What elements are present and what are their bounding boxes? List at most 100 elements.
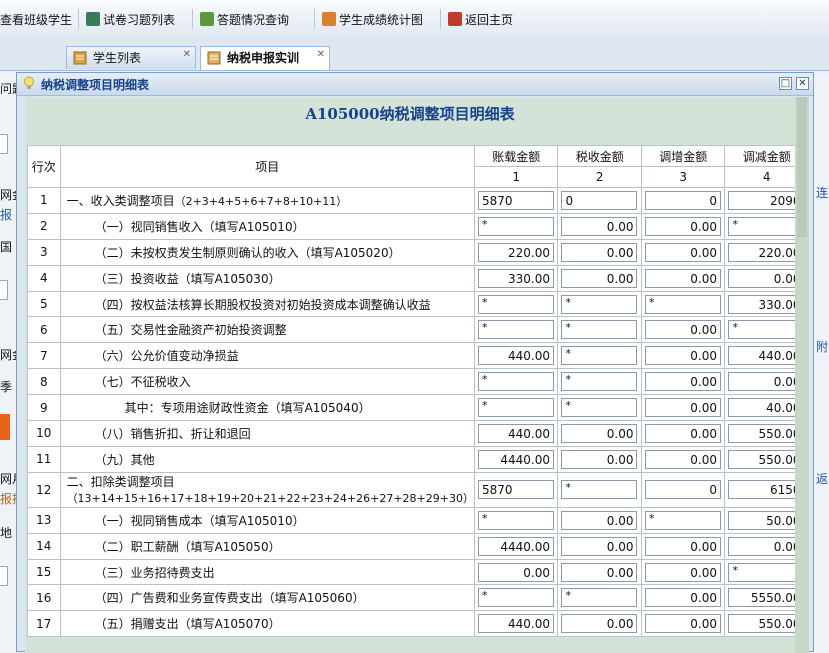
toolbar-button-4[interactable]: 学生成绩统计图 [322,10,423,30]
amount-input-col4[interactable]: 50.00 [728,510,805,530]
amount-input-col4[interactable]: 440.00 [728,346,805,366]
amount-input-col3[interactable]: 0 [644,190,721,210]
amount-input-col1[interactable]: * [477,320,554,340]
amount-input-col3[interactable]: * [644,294,721,314]
amount-input-col2[interactable]: 0.00 [561,614,638,634]
row-number: 10 [27,420,61,447]
amount-input-col2[interactable]: 0.00 [561,216,638,236]
amount-input-col4[interactable]: 5550.00 [728,588,805,608]
amount-input-col4[interactable]: 220.00 [728,242,805,262]
amount-input-col2[interactable]: * [561,294,638,314]
amount-input-col1[interactable]: * [477,510,554,530]
amount-input-col1[interactable]: 440.00 [477,346,554,366]
amount-input-col1[interactable]: * [477,216,554,236]
row-item-label: 其中：专项用途财政性资金（填写A105040） [124,401,371,416]
amount-input-col4[interactable]: 0.00 [728,536,805,556]
amount-input-col3[interactable]: 0.00 [644,242,721,262]
amount-input-col4[interactable]: 550.00 [728,449,805,469]
amount-input-col4[interactable]: 40.00 [728,398,805,418]
top-toolbar: 查看班级学生 试卷习题列表 答题情况查询 学生成绩统计图 返回主页 [0,0,829,39]
vertical-scrollbar[interactable] [795,97,809,653]
background-input [0,280,8,300]
amount-input-col4[interactable]: * [728,562,805,582]
dialog-header[interactable]: 纳税调整项目明细表 □ ✕ [17,73,813,96]
toolbar-button-1[interactable]: 查看班级学生 [0,10,72,30]
tab-1[interactable]: 学生列表 ✕ [66,46,196,69]
amount-input-col4[interactable]: 6150 [728,480,805,500]
amount-input-col4[interactable]: 0.00 [728,268,805,288]
amount-cell: * [473,290,559,318]
maximize-icon[interactable]: □ [779,77,792,90]
amount-input-col1[interactable]: 440.00 [477,614,554,634]
amount-input-col3[interactable]: 0.00 [644,216,721,236]
amount-input-col2[interactable]: * [561,346,638,366]
amount-input-col3[interactable]: 0.00 [644,346,721,366]
amount-cell: 5870 [473,471,559,508]
amount-input-col1[interactable]: 440.00 [477,423,554,443]
amount-input-col3[interactable]: 0.00 [644,268,721,288]
amount-input-col1[interactable]: 4440.00 [477,449,554,469]
amount-input-col2[interactable]: * [561,320,638,340]
row-item-label: 二、扣除类调整项目 [66,475,175,490]
amount-input-col2[interactable]: * [561,480,638,500]
amount-input-col2[interactable]: 0.00 [561,510,638,530]
amount-cell: * [557,342,642,370]
toolbar-button-2[interactable]: 试卷习题列表 [86,10,175,30]
amount-input-col1[interactable]: * [477,398,554,418]
amount-input-col2[interactable]: 0.00 [561,242,638,262]
amount-input-col1[interactable]: 330.00 [477,268,554,288]
row-number: 4 [27,264,61,292]
amount-input-col4[interactable]: 550.00 [728,423,805,443]
amount-input-col1[interactable]: * [477,372,554,392]
amount-input-col3[interactable]: 0 [644,480,721,500]
amount-cell: 330.00 [473,264,559,292]
row-item-label: （七）不征税收入 [94,375,191,390]
amount-input-col3[interactable]: 0.00 [644,562,721,582]
amount-cell: 440.00 [473,610,559,638]
amount-input-col4[interactable]: * [728,320,805,340]
background-link[interactable]: 返 [816,470,828,487]
amount-input-col3[interactable]: 0.00 [644,588,721,608]
tab-2[interactable]: 纳税申报实训 ✕ [200,46,330,70]
amount-input-col3[interactable]: 0.00 [644,372,721,392]
amount-input-col2[interactable]: 0 [561,190,638,210]
background-link[interactable]: 连 [816,184,828,201]
close-icon[interactable]: ✕ [183,49,191,61]
amount-input-col2[interactable]: 0.00 [561,268,638,288]
toolbar-button-3[interactable]: 答题情况查询 [200,10,289,30]
amount-input-col1[interactable]: * [477,588,554,608]
background-link[interactable]: 附 [816,338,828,355]
amount-input-col3[interactable]: 0.00 [644,398,721,418]
amount-input-col2[interactable]: 0.00 [561,536,638,556]
amount-input-col2[interactable]: * [561,398,638,418]
row-item: （一）视同销售成本（填写A105010） [59,506,475,534]
amount-input-col3[interactable]: 0.00 [644,423,721,443]
amount-input-col1[interactable]: 0.00 [477,562,554,582]
amount-input-col1[interactable]: * [477,294,554,314]
amount-input-col3[interactable]: * [644,510,721,530]
amount-input-col4[interactable]: 550.00 [728,614,805,634]
amount-input-col3[interactable]: 0.00 [644,320,721,340]
amount-input-col2[interactable]: 0.00 [561,562,638,582]
amount-input-col2[interactable]: 0.00 [561,423,638,443]
amount-input-col3[interactable]: 0.00 [644,449,721,469]
amount-input-col1[interactable]: 220.00 [477,242,554,262]
amount-input-col1[interactable]: 4440.00 [477,536,554,556]
amount-input-col4[interactable]: 330.00 [728,294,805,314]
amount-input-col3[interactable]: 0.00 [644,536,721,556]
background-input [0,566,8,586]
amount-input-col4[interactable]: * [728,216,805,236]
amount-input-col4[interactable]: 0.00 [728,372,805,392]
close-icon[interactable]: ✕ [796,77,809,90]
row-item-label: （三）投资收益（填写A105030） [94,271,281,286]
amount-input-col2[interactable]: * [561,372,638,392]
amount-input-col4[interactable]: 2090 [728,190,805,210]
amount-input-col1[interactable]: 5870 [477,480,554,500]
amount-input-col1[interactable]: 5870 [477,190,554,210]
amount-input-col2[interactable]: 0.00 [561,449,638,469]
toolbar-button-5[interactable]: 返回主页 [448,10,513,30]
amount-input-col2[interactable]: * [561,588,638,608]
close-icon[interactable]: ✕ [317,49,325,61]
amount-input-col3[interactable]: 0.00 [644,614,721,634]
scroll-thumb[interactable] [797,97,807,237]
